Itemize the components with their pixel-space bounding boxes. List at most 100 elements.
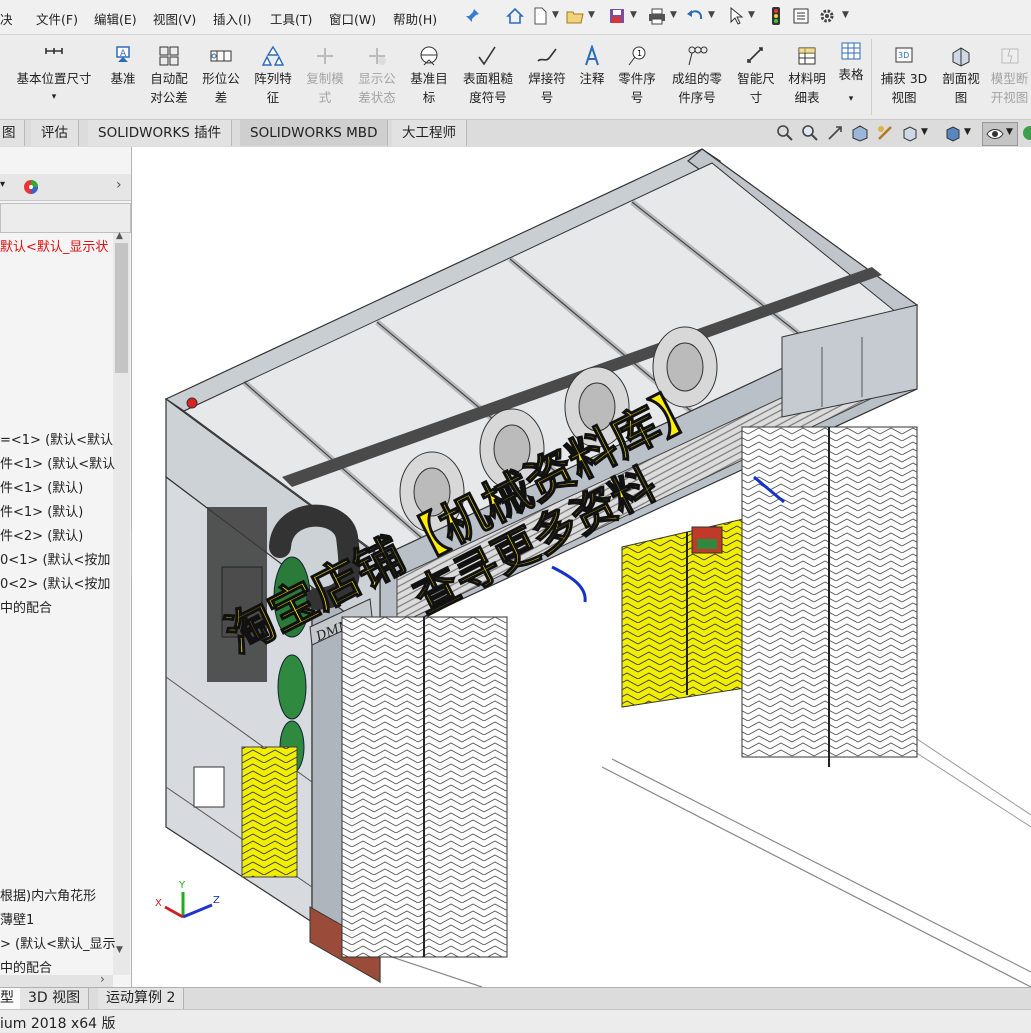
- tree-item[interactable]: 件<1> (默认): [0, 477, 83, 496]
- vertical-scrollbar[interactable]: ▲ ▼: [113, 231, 130, 975]
- section-view-button[interactable]: 剖面视 图: [936, 35, 986, 119]
- tree-item[interactable]: 件<2> (默认): [0, 525, 83, 544]
- new-document-icon[interactable]: [531, 7, 549, 25]
- chevron-down-icon[interactable]: ▾: [6, 88, 102, 107]
- tree-item[interactable]: 件<1> (默认<默认: [0, 453, 115, 472]
- chevron-down-icon[interactable]: ▼: [964, 127, 971, 137]
- pattern-feature-button[interactable]: 阵列特 征: [248, 35, 298, 119]
- previous-view-icon[interactable]: [826, 124, 844, 142]
- tree-item[interactable]: 默认<默认_显示状: [0, 236, 108, 255]
- menu-help[interactable]: 帮助(H): [393, 9, 437, 28]
- chevron-down-icon[interactable]: ▼: [116, 945, 123, 955]
- home-icon[interactable]: [506, 7, 524, 25]
- geometric-tolerance-button[interactable]: 形位公 差: [196, 35, 246, 119]
- appearance-icon[interactable]: [1021, 124, 1031, 142]
- smart-dimension-button[interactable]: 智能尺 寸: [732, 35, 780, 119]
- menu-view[interactable]: 视图(V): [153, 9, 196, 28]
- surface-finish-button[interactable]: 表面粗糙 度符号: [456, 35, 520, 119]
- capture-3d-view-button[interactable]: 3D 捕获 3D 视图: [874, 35, 934, 119]
- pattern-feature-icon: [262, 45, 284, 66]
- chevron-right-icon[interactable]: ›: [100, 972, 105, 986]
- balloon-button[interactable]: 1 零件序 号: [612, 35, 662, 119]
- tab-evaluate[interactable]: 评估: [31, 120, 79, 146]
- tree-item[interactable]: > (默认<默认_显示: [0, 933, 116, 952]
- traffic-light-icon[interactable]: [767, 7, 785, 25]
- chevron-down-icon[interactable]: ▼: [748, 10, 755, 20]
- side-brush-small: [241, 746, 298, 878]
- ribbon-label: 智能尺 寸: [737, 71, 775, 105]
- datum-button[interactable]: A 基准: [104, 35, 142, 119]
- stacked-balloon-button[interactable]: 成组的零 件序号: [664, 35, 730, 119]
- chevron-down-icon[interactable]: ▼: [708, 10, 715, 20]
- table-button[interactable]: 表格 ▾: [834, 35, 868, 119]
- note-button[interactable]: 注释: [574, 35, 610, 119]
- tab-motion-study[interactable]: 运动算例 2: [98, 988, 185, 1009]
- file-properties-icon[interactable]: [792, 7, 810, 25]
- chevron-down-icon[interactable]: ▼: [552, 10, 559, 20]
- tree-item[interactable]: 件<1> (默认): [0, 501, 83, 520]
- gear-icon[interactable]: [818, 7, 836, 25]
- bom-button[interactable]: 材料明 细表: [782, 35, 832, 119]
- hide-show-items-button[interactable]: ▼: [982, 122, 1018, 146]
- chevron-down-icon[interactable]: ▼: [588, 10, 595, 20]
- tab-engineer[interactable]: 大工程师: [392, 120, 467, 146]
- auto-tolerance-button[interactable]: 自动配 对公差: [144, 35, 194, 119]
- save-icon[interactable]: [608, 7, 626, 25]
- menu-tools[interactable]: 工具(T): [270, 9, 312, 28]
- menu-window[interactable]: 窗口(W): [329, 9, 376, 28]
- zoom-area-icon[interactable]: [801, 124, 819, 142]
- tab-solidworks-addins[interactable]: SOLIDWORKS 插件: [88, 120, 233, 146]
- chevron-down-icon[interactable]: ▼: [630, 10, 637, 20]
- ordinate-dimension-button[interactable]: 基本位置尺寸 ▾: [6, 35, 102, 119]
- chevron-down-icon[interactable]: ▾: [834, 90, 868, 109]
- graphics-area[interactable]: DMM 淘宝店铺【机械资料库】 查寻更多资料 Y Z X: [132, 147, 1031, 987]
- status-text: ium 2018 x64 版: [0, 1016, 116, 1032]
- tree-item[interactable]: 0<1> (默认<按加: [0, 549, 110, 568]
- dynamic-annotation-icon[interactable]: [876, 124, 894, 142]
- tree-item[interactable]: 根据)内六角花形: [0, 885, 96, 904]
- zoom-to-fit-icon[interactable]: [776, 124, 794, 142]
- weld-symbol-button[interactable]: 焊接符 号: [522, 35, 572, 119]
- tab-sketch[interactable]: 图: [0, 120, 25, 146]
- print-icon[interactable]: [648, 7, 666, 25]
- chevron-down-icon[interactable]: ▼: [921, 127, 928, 137]
- menu-insert[interactable]: 插入(I): [213, 9, 251, 28]
- undo-icon[interactable]: [686, 7, 704, 25]
- pin-icon[interactable]: [463, 7, 481, 25]
- filter-input[interactable]: [0, 203, 131, 233]
- ribbon-label: 剖面视 图: [942, 71, 980, 105]
- menu-edit[interactable]: 编辑(E): [94, 9, 137, 28]
- chevron-up-icon[interactable]: ▲: [116, 231, 123, 241]
- chevron-down-icon[interactable]: ▼: [670, 10, 677, 20]
- chevron-right-icon[interactable]: ›: [116, 177, 122, 193]
- tree-item[interactable]: =<1> (默认<默认: [0, 429, 113, 448]
- copy-scheme-button[interactable]: 复制模 式: [300, 35, 350, 119]
- open-folder-icon[interactable]: [566, 7, 584, 25]
- ordinate-dimension-icon: [45, 48, 63, 54]
- datum-target-button[interactable]: 基准目 标: [404, 35, 454, 119]
- tab-solidworks-mbd[interactable]: SOLIDWORKS MBD: [240, 120, 389, 146]
- tab-3d-view[interactable]: 3D 视图: [20, 988, 90, 1009]
- chevron-down-icon[interactable]: ▼: [842, 10, 849, 20]
- tree-item[interactable]: 中的配合: [0, 957, 52, 976]
- display-style-icon[interactable]: [944, 124, 962, 142]
- section-view-icon[interactable]: [851, 124, 869, 142]
- weld-symbol-icon: [537, 48, 557, 62]
- chevron-down-icon[interactable]: ▼: [1006, 127, 1013, 137]
- menu-file[interactable]: 文件(F): [36, 9, 78, 28]
- stacked-balloon-icon: [688, 46, 708, 66]
- show-tolerance-status-button[interactable]: 显示公 差状态: [352, 35, 402, 119]
- tree-item[interactable]: 0<2> (默认<按加: [0, 573, 110, 592]
- select-arrow-icon[interactable]: [728, 7, 746, 25]
- view-orientation-icon[interactable]: [901, 124, 919, 142]
- display-manager-icon[interactable]: [22, 178, 40, 196]
- broken-view-button[interactable]: 模型断 开视图: [988, 35, 1031, 119]
- tree-item[interactable]: 薄壁1: [0, 909, 34, 928]
- chevron-down-icon[interactable]: ▾: [0, 179, 5, 190]
- balloon-icon: 1: [628, 46, 646, 66]
- smart-dimension-icon: [747, 47, 763, 63]
- scrollbar-thumb[interactable]: [115, 243, 128, 373]
- horizontal-scrollbar[interactable]: ›: [0, 972, 113, 987]
- tree-item[interactable]: 中的配合: [0, 597, 52, 616]
- menu-cut-item[interactable]: 决: [0, 9, 13, 28]
